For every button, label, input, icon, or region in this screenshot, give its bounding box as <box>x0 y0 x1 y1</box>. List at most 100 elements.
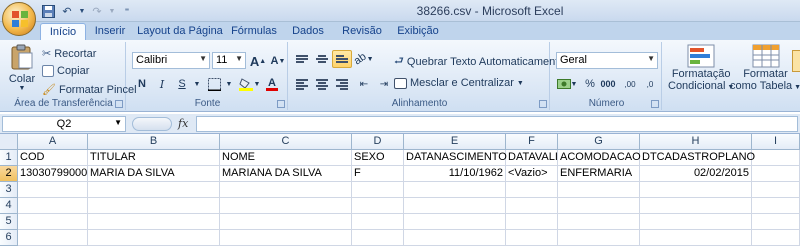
cell-f4[interactable] <box>506 198 558 214</box>
decrease-indent-button[interactable]: ⇤ <box>354 75 374 93</box>
cell-i1[interactable] <box>752 150 800 166</box>
cell-c6[interactable] <box>220 230 352 246</box>
cell-h3[interactable] <box>640 182 752 198</box>
row-header-1[interactable]: 1 <box>0 150 18 166</box>
column-header-d[interactable]: D <box>352 134 404 150</box>
cell-d3[interactable] <box>352 182 404 198</box>
cell-d4[interactable] <box>352 198 404 214</box>
grow-font-button[interactable]: A ▲ <box>248 52 268 70</box>
cell-d6[interactable] <box>352 230 404 246</box>
cell-g4[interactable] <box>558 198 640 214</box>
cell-e4[interactable] <box>404 198 506 214</box>
cell-e1[interactable]: DATANASCIMENTO <box>404 150 507 166</box>
office-button[interactable] <box>2 2 36 36</box>
cell-c2[interactable]: MARIANA DA SILVA <box>220 166 352 182</box>
column-header-g[interactable]: G <box>558 134 640 150</box>
cell-f6[interactable] <box>506 230 558 246</box>
align-center-button[interactable] <box>312 75 332 93</box>
cell-b1[interactable]: TITULAR <box>88 150 220 166</box>
align-right-button[interactable] <box>332 75 352 93</box>
cell-i3[interactable] <box>752 182 800 198</box>
cell-a6[interactable] <box>18 230 88 246</box>
row-header-5[interactable]: 5 <box>0 214 18 230</box>
column-header-c[interactable]: C <box>220 134 352 150</box>
cell-h1[interactable]: DTCADASTROPLANO <box>640 150 755 166</box>
cell-d5[interactable] <box>352 214 404 230</box>
row-header-2[interactable]: 2 <box>0 166 18 182</box>
cell-a5[interactable] <box>18 214 88 230</box>
formula-bar-grip[interactable] <box>132 117 172 131</box>
cell-styles-button[interactable] <box>792 50 800 72</box>
borders-button[interactable] <box>204 75 224 93</box>
cell-g6[interactable] <box>558 230 640 246</box>
cell-b6[interactable] <box>88 230 220 246</box>
cell-a4[interactable] <box>18 198 88 214</box>
name-box[interactable]: Q2 ▼ <box>2 116 126 132</box>
cell-i5[interactable] <box>752 214 800 230</box>
cell-i2[interactable] <box>752 166 800 182</box>
underline-button[interactable]: S <box>172 75 192 93</box>
cell-f3[interactable] <box>506 182 558 198</box>
tab-layout-da-pagina[interactable]: Layout da Página <box>136 23 224 40</box>
cell-e5[interactable] <box>404 214 506 230</box>
conditional-formatting-button[interactable]: Formatação Condicional ▼ <box>668 44 734 92</box>
cut-button[interactable]: ✂ Recortar <box>42 47 96 61</box>
cell-h2[interactable]: 02/02/2015 <box>640 166 752 182</box>
chevron-down-icon[interactable]: ▼ <box>252 75 262 93</box>
cell-h5[interactable] <box>640 214 752 230</box>
cell-h6[interactable] <box>640 230 752 246</box>
increase-decimal-button[interactable]: ,00 <box>620 75 640 93</box>
orientation-button[interactable]: ab ▼ <box>352 50 374 68</box>
cell-c4[interactable] <box>220 198 352 214</box>
cell-b4[interactable] <box>88 198 220 214</box>
cell-e6[interactable] <box>404 230 506 246</box>
column-header-i[interactable]: I <box>752 134 800 150</box>
cell-d1[interactable]: SEXO <box>352 150 404 166</box>
percent-button[interactable]: % <box>580 75 600 93</box>
cell-f2[interactable]: <Vazio> <box>506 166 558 182</box>
cell-e2[interactable]: 11/10/1962 <box>404 166 506 182</box>
cell-g5[interactable] <box>558 214 640 230</box>
font-name-select[interactable]: Calibri ▼ <box>132 52 210 69</box>
align-bottom-button[interactable] <box>332 50 352 68</box>
column-header-h[interactable]: H <box>640 134 752 150</box>
cell-c1[interactable]: NOME <box>220 150 352 166</box>
cell-h4[interactable] <box>640 198 752 214</box>
cell-a2[interactable]: 13030799000 <box>18 166 88 182</box>
dialog-launcher-icon[interactable] <box>651 100 659 108</box>
cell-b3[interactable] <box>88 182 220 198</box>
row-header-3[interactable]: 3 <box>0 182 18 198</box>
cell-e3[interactable] <box>404 182 506 198</box>
cell-g1[interactable]: ACOMODACAO <box>558 150 641 166</box>
shrink-font-button[interactable]: A ▼ <box>268 52 288 70</box>
tab-formulas[interactable]: Fórmulas <box>228 23 280 40</box>
format-painter-button[interactable]: 🖌 Formatar Pincel <box>42 83 137 97</box>
row-header-4[interactable]: 4 <box>0 198 18 214</box>
cell-i4[interactable] <box>752 198 800 214</box>
tab-exibicao[interactable]: Exibição <box>392 23 444 40</box>
tab-dados[interactable]: Dados <box>286 23 330 40</box>
column-header-e[interactable]: E <box>404 134 506 150</box>
cell-b2[interactable]: MARIA DA SILVA <box>88 166 220 182</box>
format-as-table-button[interactable]: Formatar como Tabela ▼ <box>730 44 800 92</box>
align-middle-button[interactable] <box>312 50 332 68</box>
cell-i6[interactable] <box>752 230 800 246</box>
italic-button[interactable]: I <box>152 75 172 93</box>
chevron-down-icon[interactable]: ▼ <box>192 75 202 93</box>
cell-c3[interactable] <box>220 182 352 198</box>
increase-indent-button[interactable]: ⇥ <box>374 75 394 93</box>
tab-inicio[interactable]: Início <box>40 23 86 40</box>
cell-b5[interactable] <box>88 214 220 230</box>
cell-a1[interactable]: COD <box>18 150 88 166</box>
dialog-launcher-icon[interactable] <box>539 100 547 108</box>
wrap-text-button[interactable]: ⮐ Quebrar Texto Automaticamente <box>394 52 564 71</box>
dialog-launcher-icon[interactable] <box>277 100 285 108</box>
font-size-select[interactable]: 11 ▼ <box>212 52 246 69</box>
merge-center-button[interactable]: Mesclar e Centralizar ▼ <box>394 77 524 89</box>
tab-inserir[interactable]: Inserir <box>88 23 132 40</box>
align-top-button[interactable] <box>292 50 312 68</box>
column-header-f[interactable]: F <box>506 134 558 150</box>
cell-g3[interactable] <box>558 182 640 198</box>
thousands-button[interactable]: 000 <box>598 75 618 93</box>
copy-button[interactable]: Copiar <box>42 65 89 77</box>
